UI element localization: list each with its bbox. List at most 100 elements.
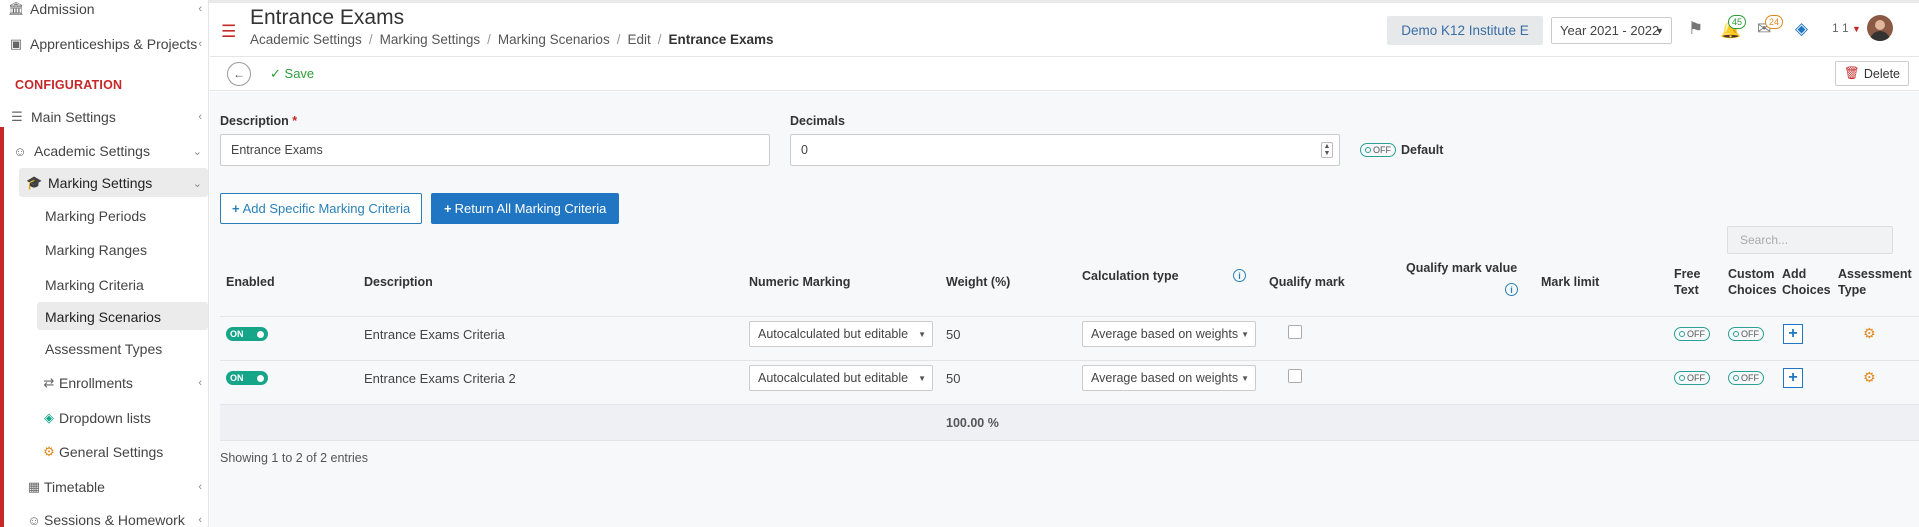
sliders-icon: ☰ (11, 109, 23, 124)
spinner-icon[interactable]: ▲ ▼ (1321, 142, 1333, 158)
header-line: Choices (1782, 283, 1831, 297)
add-choices-button[interactable]: + (1783, 324, 1803, 344)
col-numeric-marking[interactable]: Numeric Marking (749, 274, 850, 290)
col-free-text[interactable]: Free Text (1674, 266, 1700, 298)
user-menu[interactable]: 1 1 ▼ (1832, 21, 1861, 35)
institution-icon: 🏛 (8, 1, 25, 16)
qualify-mark-checkbox[interactable] (1288, 325, 1302, 339)
chevron-left-icon: ‹ (198, 111, 202, 123)
sidebar-item-marking-ranges[interactable]: Marking Ranges (45, 242, 147, 258)
col-qualify-mark[interactable]: Qualify mark (1269, 274, 1345, 290)
col-description[interactable]: Description (364, 274, 433, 290)
delete-button[interactable]: 🗑 Delete (1834, 61, 1909, 86)
gears-icon[interactable]: ⚙ (1863, 325, 1876, 342)
save-button[interactable]: ✓ Save (270, 66, 314, 82)
col-mark-limit[interactable]: Mark limit (1541, 274, 1599, 290)
col-calculation-type[interactable]: Calculation type (1082, 268, 1179, 284)
row-weight[interactable]: 50 (946, 371, 960, 386)
info-icon[interactable]: i (1233, 269, 1246, 282)
custom-choices-toggle[interactable]: OFF (1728, 371, 1764, 385)
sidebar-item-label: Main Settings (31, 109, 116, 125)
calculation-type-select[interactable]: Average based on weights ▼ (1082, 365, 1256, 391)
institute-selector[interactable]: Demo K12 Institute E (1387, 16, 1543, 45)
sidebar-accent-bar (0, 127, 4, 527)
chevron-left-icon: ‹ (198, 377, 202, 389)
col-weight[interactable]: Weight (%) (946, 274, 1010, 290)
select-value: Autocalculated but editable (758, 327, 909, 341)
select-value: Autocalculated but editable (758, 371, 909, 385)
sidebar-item-sessions-homework[interactable]: ☺ Sessions & Homework ‹ (26, 512, 208, 527)
description-input[interactable]: Entrance Exams (220, 134, 770, 166)
search-input[interactable]: Search... (1727, 226, 1893, 254)
breadcrumb-academic-settings[interactable]: Academic Settings (250, 32, 362, 47)
enabled-toggle[interactable]: ON (226, 327, 268, 341)
col-add-choices[interactable]: Add Choices (1782, 266, 1831, 298)
sidebar-item-dropdown-lists[interactable]: ◈ Dropdown lists (41, 410, 151, 426)
decimals-input-value: 0 (801, 143, 808, 157)
col-qualify-mark-value[interactable]: Qualify mark value (1406, 260, 1517, 276)
chevron-down-icon: ⌄ (192, 177, 202, 190)
custom-choices-toggle[interactable]: OFF (1728, 327, 1764, 341)
header-line: Choices (1728, 283, 1777, 297)
sidebar-item-enrollments[interactable]: ⇄ Enrollments ‹ (41, 375, 208, 391)
add-specific-criteria-button[interactable]: + Add Specific Marking Criteria (220, 193, 423, 224)
description-label: Description * (220, 114, 297, 128)
sidebar-item-assessment-types[interactable]: Assessment Types (45, 341, 162, 357)
description-input-value: Entrance Exams (231, 143, 323, 157)
sidebar-item-main-settings[interactable]: ☰ Main Settings ‹ (9, 109, 208, 125)
default-toggle[interactable]: OFF (1360, 143, 1396, 157)
sidebar-item-marking-settings[interactable]: 🎓 Marking Settings ⌄ (26, 175, 208, 191)
numeric-marking-select[interactable]: Autocalculated but editable ▼ (749, 365, 933, 391)
info-icon[interactable]: i (1505, 283, 1518, 296)
sidebar-item-marking-scenarios[interactable]: Marking Scenarios (45, 309, 161, 325)
sidebar-item-admission[interactable]: 🏛 Admission ‹ (8, 1, 208, 17)
sidebar-item-label: Marking Criteria (45, 277, 144, 293)
flag-icon[interactable]: ⚑ (1688, 19, 1703, 39)
caret-down-icon: ▼ (1241, 374, 1249, 383)
numeric-marking-select[interactable]: Autocalculated but editable ▼ (749, 321, 933, 347)
qualify-mark-checkbox[interactable] (1288, 369, 1302, 383)
breadcrumb-edit[interactable]: Edit (627, 32, 650, 47)
header-line: Free (1674, 267, 1701, 281)
decimals-input[interactable]: 0 ▲ ▼ (790, 134, 1340, 166)
enabled-toggle[interactable]: ON (226, 371, 268, 385)
sidebar-item-timetable[interactable]: ▦ Timetable ‹ (26, 479, 208, 495)
default-label: Default (1401, 143, 1444, 157)
exchange-icon: ⇄ (43, 375, 55, 390)
sidebar-item-label: Marking Scenarios (45, 309, 161, 325)
hamburger-menu-icon[interactable]: ☰ (221, 22, 236, 42)
breadcrumb-marking-settings[interactable]: Marking Settings (380, 32, 481, 47)
avatar[interactable] (1867, 15, 1893, 41)
button-label: Return All Marking Criteria (454, 201, 607, 216)
return-all-criteria-button[interactable]: + Return All Marking Criteria (431, 193, 620, 224)
row-description: Entrance Exams Criteria (364, 327, 505, 342)
default-toggle-group: OFF Default (1360, 143, 1443, 157)
sidebar-item-apprenticeships[interactable]: ▣ Apprenticeships & Projects ‹ (8, 36, 208, 52)
back-button[interactable]: ← (227, 62, 251, 86)
caret-down-icon: ▼ (918, 330, 926, 339)
free-text-toggle[interactable]: OFF (1674, 327, 1710, 341)
free-text-toggle[interactable]: OFF (1674, 371, 1710, 385)
calculation-type-select[interactable]: Average based on weights ▼ (1082, 321, 1256, 347)
table-info: Showing 1 to 2 of 2 entries (220, 451, 369, 465)
toggle-text: OFF (1741, 373, 1759, 383)
add-choices-button[interactable]: + (1783, 368, 1803, 388)
col-assessment-type[interactable]: Assessment Type (1838, 266, 1912, 298)
sidebar-item-marking-periods[interactable]: Marking Periods (45, 208, 146, 224)
gears-icon[interactable]: ⚙ (1863, 369, 1876, 386)
sidebar-item-academic-settings[interactable]: ☺ Academic Settings ⌄ (12, 143, 208, 159)
col-custom-choices[interactable]: Custom Choices (1728, 266, 1777, 298)
row-weight[interactable]: 50 (946, 327, 960, 342)
breadcrumb-marking-scenarios[interactable]: Marking Scenarios (498, 32, 610, 47)
col-enabled[interactable]: Enabled (226, 274, 275, 290)
sidebar-item-label: Sessions & Homework (44, 512, 185, 527)
layers-icon[interactable]: ◈ (1795, 19, 1808, 39)
sidebar-item-general-settings[interactable]: ⚙ General Settings (41, 444, 163, 460)
chevron-left-icon: ‹ (198, 3, 202, 15)
year-selector[interactable]: Year 2021 - 2022 ▼ (1551, 17, 1672, 44)
caret-down-icon: ▼ (1241, 330, 1249, 339)
sidebar-item-marking-criteria[interactable]: Marking Criteria (45, 277, 144, 293)
caret-down-icon: ▼ (1655, 26, 1664, 36)
header-line: Custom (1728, 267, 1775, 281)
cube-icon: ▣ (9, 36, 23, 51)
